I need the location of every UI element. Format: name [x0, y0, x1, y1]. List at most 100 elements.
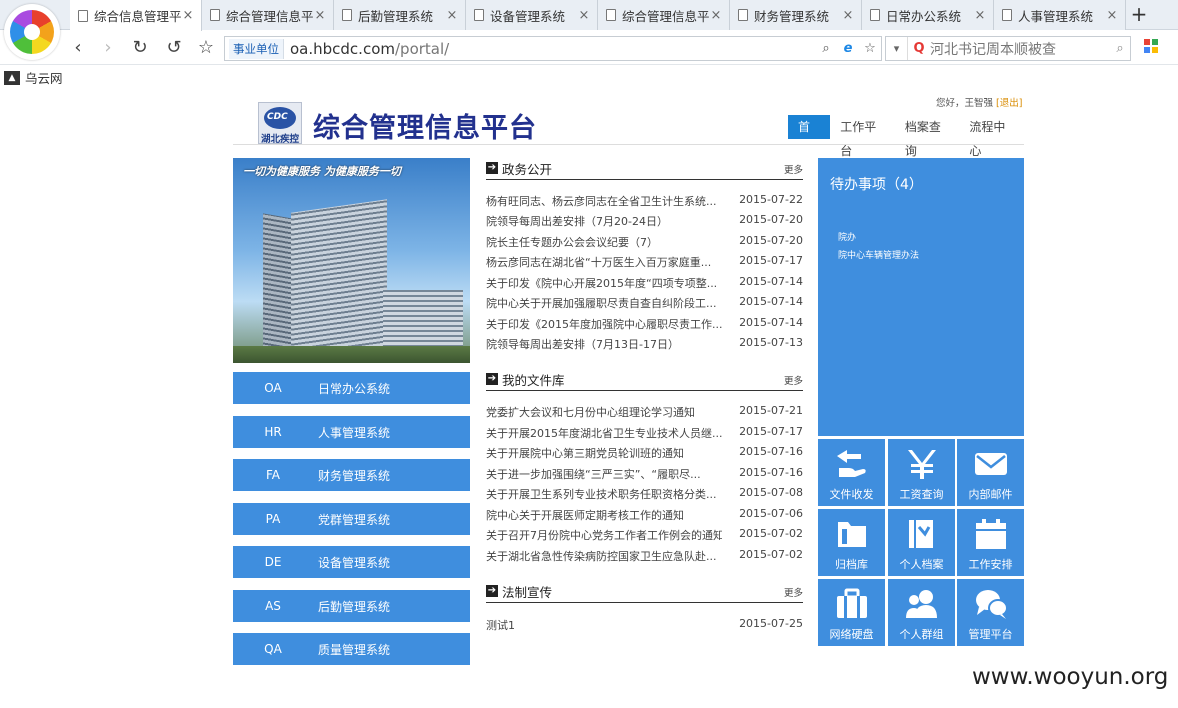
- browser-tab-4[interactable]: 综合管理信息平 ×: [598, 0, 730, 30]
- system-link-oa[interactable]: OA 日常办公系统: [233, 372, 470, 404]
- search-engine-icon[interactable]: Q: [908, 41, 930, 56]
- tile-admin-platform[interactable]: 管理平台: [957, 579, 1024, 646]
- news-item[interactable]: 关于开展院中心第三期党员轮训班的通知 2015-07-16: [486, 445, 803, 463]
- page-icon: [210, 9, 220, 21]
- banner-image: 一切为健康服务 为健康服务一切: [233, 158, 470, 363]
- news-item[interactable]: 杨有旺同志、杨云彦同志在全省卫生计生系统... 2015-07-22: [486, 193, 803, 211]
- tile-file-transfer[interactable]: 文件收发: [818, 439, 885, 506]
- back-button[interactable]: ‹: [66, 36, 90, 60]
- system-link-hr[interactable]: HR 人事管理系统: [233, 416, 470, 448]
- site-title: 综合管理信息平台: [313, 113, 537, 144]
- tab-label: 综合管理信息平: [622, 8, 709, 24]
- news-item[interactable]: 杨云彦同志在湖北省“十万医生入百万家庭重... 2015-07-17: [486, 254, 803, 272]
- page-icon: [474, 9, 484, 21]
- close-icon[interactable]: ×: [973, 8, 987, 23]
- reload-button[interactable]: ↻: [128, 36, 152, 60]
- search-input[interactable]: 河北书记周本顺被查: [930, 39, 1110, 59]
- page-icon: [1002, 9, 1012, 21]
- tile-personal-group[interactable]: 个人群组: [888, 579, 955, 646]
- page-icon: [606, 9, 616, 21]
- bookmark-item[interactable]: ▲ 乌云网: [4, 68, 63, 87]
- close-icon[interactable]: ×: [181, 8, 195, 23]
- more-link[interactable]: 更多: [784, 162, 803, 176]
- tile-network-drive[interactable]: 网络硬盘: [818, 579, 885, 646]
- todo-panel: 待办事项（4） 院办 院中心车辆管理办法: [818, 158, 1024, 436]
- arrow-right-icon: ➔: [486, 373, 498, 385]
- close-icon[interactable]: ×: [841, 8, 855, 23]
- news-item[interactable]: 院领导每周出差安排（7月13日-17日） 2015-07-13: [486, 336, 803, 354]
- url-text[interactable]: oa.hbcdc.com/portal/: [290, 40, 815, 58]
- tab-label: 综合管理信息平: [226, 8, 313, 24]
- news-item[interactable]: 院中心关于开展加强履职尽责自查自纠阶段工... 2015-07-14: [486, 295, 803, 313]
- news-item[interactable]: 关于印发《院中心开展2015年度“四项专项整... 2015-07-14: [486, 275, 803, 293]
- more-link[interactable]: 更多: [784, 373, 803, 387]
- close-icon[interactable]: ×: [577, 8, 591, 23]
- browser-tab-bar: 综合信息管理平 × 综合管理信息平 × 后勤管理系统 × 设备管理系统 × 综合管理信息…: [0, 0, 1178, 31]
- browser-tab-5[interactable]: 财务管理系统 ×: [730, 0, 862, 30]
- zoom-icon[interactable]: ⌕: [815, 41, 837, 56]
- system-link-pa[interactable]: PA 党群管理系统: [233, 503, 470, 535]
- tile-personal-file[interactable]: 个人档案: [888, 509, 955, 576]
- browser-tab-2[interactable]: 后勤管理系统 ×: [334, 0, 466, 30]
- nav-archive-query[interactable]: 档案查询: [895, 115, 960, 158]
- tile-internal-mail[interactable]: 内部邮件: [957, 439, 1024, 506]
- search-box[interactable]: ▾ Q 河北书记周本顺被查 ⌕: [885, 36, 1131, 61]
- browser-tab-3[interactable]: 设备管理系统 ×: [466, 0, 598, 30]
- tile-salary-query[interactable]: 工资查询: [888, 439, 955, 506]
- more-link[interactable]: 更多: [784, 585, 803, 599]
- favorite-star-icon[interactable]: ☆: [859, 41, 881, 56]
- news-item[interactable]: 院中心关于开展医师定期考核工作的通知 2015-07-06: [486, 507, 803, 525]
- arrow-right-icon: ➔: [486, 162, 498, 174]
- tab-strip: 综合信息管理平 × 综合管理信息平 × 后勤管理系统 × 设备管理系统 × 综合管理信息…: [70, 0, 1126, 31]
- group-icon: [903, 587, 941, 621]
- todo-item[interactable]: 院办: [838, 230, 856, 243]
- browser-tab-1[interactable]: 综合管理信息平 ×: [202, 0, 334, 30]
- close-icon[interactable]: ×: [709, 8, 723, 23]
- news-item[interactable]: 党委扩大会议和七月份中心组理论学习通知 2015-07-21: [486, 404, 803, 422]
- header-divider: [233, 144, 1024, 145]
- undo-button[interactable]: ↺: [162, 36, 186, 60]
- logout-link[interactable]: [退出]: [996, 98, 1022, 109]
- system-link-as[interactable]: AS 后勤管理系统: [233, 590, 470, 622]
- ie-mode-icon[interactable]: e: [837, 41, 859, 56]
- tile-work-schedule[interactable]: 工作安排: [957, 509, 1024, 576]
- address-bar[interactable]: 事业单位 oa.hbcdc.com/portal/ ⌕ e ☆: [224, 36, 882, 61]
- system-link-qa[interactable]: QA 质量管理系统: [233, 633, 470, 665]
- site-type-badge: 事业单位: [229, 38, 284, 59]
- system-link-de[interactable]: DE 设备管理系统: [233, 546, 470, 578]
- tile-archive[interactable]: 归档库: [818, 509, 885, 576]
- top-nav: 首页 工作平台 档案查询 流程中心: [788, 115, 1024, 158]
- news-item[interactable]: 院领导每周出差安排（7月20-24日） 2015-07-20: [486, 213, 803, 231]
- section-header-files: ➔ 我的文件库 更多: [486, 367, 803, 391]
- news-item[interactable]: 关于进一步加强围绕“三严三实”、“履职尽... 2015-07-16: [486, 466, 803, 484]
- close-icon[interactable]: ×: [313, 8, 327, 23]
- search-icon[interactable]: ⌕: [1110, 41, 1130, 56]
- close-icon[interactable]: ×: [445, 8, 459, 23]
- todo-item[interactable]: 院中心车辆管理办法: [838, 248, 919, 261]
- news-item[interactable]: 关于印发《2015年度加强院中心履职尽责工作... 2015-07-14: [486, 316, 803, 334]
- browser-tab-6[interactable]: 日常办公系统 ×: [862, 0, 994, 30]
- chevron-down-icon[interactable]: ▾: [886, 37, 908, 60]
- news-item[interactable]: 院长主任专题办公会会议纪要（7） 2015-07-20: [486, 234, 803, 252]
- news-item[interactable]: 关于开展卫生系列专业技术职务任职资格分类... 2015-07-08: [486, 486, 803, 504]
- browser-tab-0[interactable]: 综合信息管理平 ×: [70, 0, 202, 31]
- briefcase-icon: [833, 587, 871, 621]
- tab-label: 财务管理系统: [754, 8, 830, 24]
- news-item[interactable]: 测试1 2015-07-25: [486, 617, 803, 635]
- system-link-fa[interactable]: FA 财务管理系统: [233, 459, 470, 491]
- nav-home[interactable]: 首页: [788, 115, 831, 158]
- news-item[interactable]: 关于湖北省急性传染病防控国家卫生应急队赴... 2015-07-02: [486, 548, 803, 566]
- news-item[interactable]: 关于召开7月份院中心党务工作者工作例会的通知 2015-07-02: [486, 527, 803, 545]
- section-header-legal: ➔ 法制宣传 更多: [486, 579, 803, 603]
- news-item[interactable]: 关于开展2015年度湖北省卫生专业技术人员继... 2015-07-17: [486, 425, 803, 443]
- bookmark-star-button[interactable]: ☆: [194, 36, 218, 60]
- tab-label: 设备管理系统: [490, 8, 566, 24]
- browser-tab-7[interactable]: 人事管理系统 ×: [994, 0, 1126, 30]
- close-icon[interactable]: ×: [1105, 8, 1119, 23]
- forward-button[interactable]: ›: [96, 36, 120, 60]
- new-tab-button[interactable]: +: [1128, 3, 1150, 25]
- apps-grid-icon[interactable]: [1144, 39, 1158, 53]
- nav-work-platform[interactable]: 工作平台: [830, 115, 895, 158]
- nav-process-center[interactable]: 流程中心: [959, 115, 1024, 158]
- browser-logo-icon[interactable]: [4, 4, 60, 60]
